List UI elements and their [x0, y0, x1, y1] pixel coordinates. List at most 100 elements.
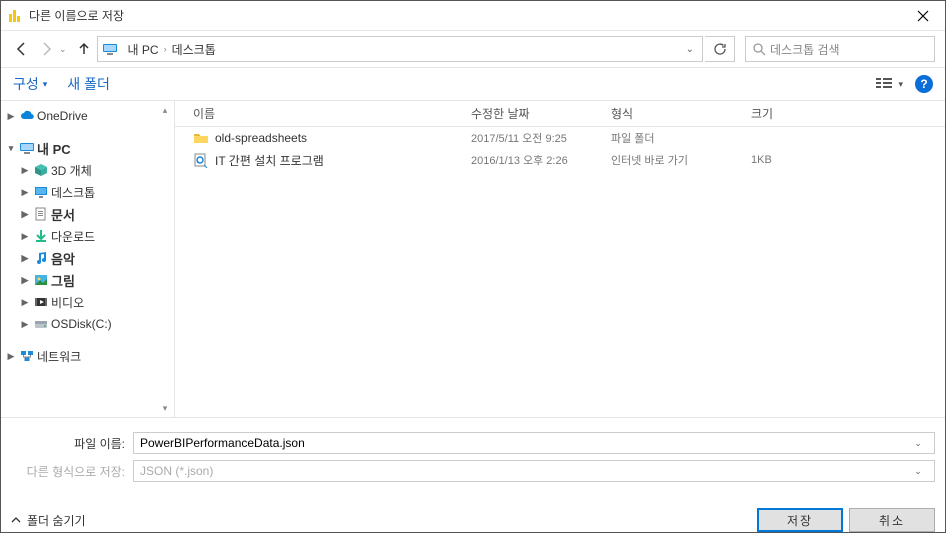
col-type[interactable]: 형식 — [593, 105, 733, 122]
file-date: 2017/5/11 오전 9:25 — [453, 130, 593, 146]
file-name: old-spreadsheets — [215, 131, 307, 145]
expand-icon[interactable]: ▶ — [19, 165, 31, 176]
tree-label: 음악 — [51, 249, 75, 268]
main-area: ▴ ▶ OneDrive ▾ 내 PC ▶ 3D 개체 ▶ 데스크톱 ▶ 문서 ▶ 다운로드 ▶ 음악 ▶ 그… — [1, 101, 945, 417]
file-date: 2016/1/13 오후 2:26 — [453, 152, 593, 168]
tree-item-network[interactable]: ▶ 네트워크 — [1, 345, 174, 367]
tree-item-drive[interactable]: ▶ OSDisk(C:) — [1, 313, 174, 335]
tree-label: 데스크톱 — [51, 184, 95, 201]
tree-item-cube[interactable]: ▶ 3D 개체 — [1, 159, 174, 181]
chevron-down-icon: ▾ — [43, 79, 48, 90]
tree-item-video[interactable]: ▶ 비디오 — [1, 291, 174, 313]
save-type-dropdown[interactable]: ⌄ — [908, 466, 928, 477]
col-size[interactable]: 크기 — [733, 105, 813, 122]
desktop-icon — [33, 184, 49, 200]
filename-label: 파일 이름: — [11, 435, 133, 452]
filename-panel: 파일 이름: PowerBIPerformanceData.json ⌄ 다른 … — [1, 417, 945, 496]
tree-label: 그림 — [51, 271, 75, 290]
tree-label: 다운로드 — [51, 228, 95, 245]
tree-label: 비디오 — [51, 294, 84, 311]
save-type-select[interactable]: JSON (*.json) ⌄ — [133, 460, 935, 482]
expand-icon[interactable]: ▶ — [19, 275, 31, 286]
file-type: 인터넷 바로 가기 — [593, 152, 733, 168]
cancel-button[interactable]: 취소 — [849, 508, 935, 532]
folder-icon — [193, 130, 209, 146]
search-input[interactable]: 데스크톱 검색 — [745, 36, 935, 62]
file-list[interactable]: 이름 수정한 날짜 형식 크기 old-spreadsheets 2017/5/1… — [175, 101, 945, 417]
search-icon — [752, 42, 766, 56]
tree-item-doc[interactable]: ▶ 문서 — [1, 203, 174, 225]
file-name: IT 간편 설치 프로그램 — [215, 152, 324, 169]
up-button[interactable] — [73, 37, 95, 61]
search-placeholder: 데스크톱 검색 — [770, 41, 840, 58]
back-button[interactable] — [11, 37, 33, 61]
scroll-down[interactable]: ▾ — [158, 401, 172, 415]
file-row[interactable]: old-spreadsheets 2017/5/11 오전 9:25파일 폴더 — [175, 127, 945, 149]
help-button[interactable]: ? — [915, 75, 933, 93]
tree-label: 네트워크 — [37, 348, 81, 365]
file-type: 파일 폴더 — [593, 130, 733, 146]
tree-label: OneDrive — [37, 109, 88, 123]
download-icon — [33, 228, 49, 244]
crumb-desktop[interactable]: 데스크톱 — [168, 41, 220, 58]
filename-dropdown[interactable]: ⌄ — [908, 438, 928, 449]
save-button[interactable]: 저장 — [757, 508, 843, 532]
cloud-icon — [19, 108, 35, 124]
network-icon — [19, 348, 35, 364]
pc-icon — [102, 41, 118, 57]
video-icon — [33, 294, 49, 310]
expand-icon[interactable]: ▶ — [19, 231, 31, 242]
hide-folders-button[interactable]: 폴더 숨기기 — [11, 512, 86, 529]
tree-item-desktop[interactable]: ▶ 데스크톱 — [1, 181, 174, 203]
expand-icon[interactable]: ▶ — [19, 253, 31, 264]
hide-folders-label: 폴더 숨기기 — [27, 512, 86, 529]
music-icon — [33, 250, 49, 266]
file-row[interactable]: IT 간편 설치 프로그램 2016/1/13 오후 2:26인터넷 바로 가기1… — [175, 149, 945, 171]
tree-label: OSDisk(C:) — [51, 317, 112, 331]
address-bar[interactable]: 내 PC › 데스크톱 ⌄ — [97, 36, 703, 62]
doc-icon — [33, 206, 49, 222]
crumb-pc[interactable]: 내 PC — [124, 41, 163, 58]
organize-button[interactable]: 구성▾ — [13, 74, 47, 94]
folder-tree[interactable]: ▴ ▶ OneDrive ▾ 내 PC ▶ 3D 개체 ▶ 데스크톱 ▶ 문서 ▶ 다운로드 ▶ 음악 ▶ 그… — [1, 101, 175, 417]
tree-label: 내 PC — [37, 139, 71, 158]
new-folder-button[interactable]: 새 폴더 — [67, 74, 110, 94]
expand-icon[interactable]: ▶ — [19, 209, 31, 220]
navbar: ⌄ 내 PC › 데스크톱 ⌄ 데스크톱 검색 — [1, 31, 945, 67]
save-type-label: 다른 형식으로 저장: — [11, 463, 133, 480]
forward-button[interactable] — [35, 37, 57, 61]
filename-input[interactable]: PowerBIPerformanceData.json ⌄ — [133, 432, 935, 454]
chevron-down-icon: ▾ — [898, 79, 903, 90]
scroll-up[interactable]: ▴ — [158, 103, 172, 117]
col-date[interactable]: 수정한 날짜 — [453, 105, 593, 122]
file-size: 1KB — [733, 154, 813, 166]
footer: 폴더 숨기기 저장 취소 — [1, 496, 945, 542]
app-icon — [7, 8, 23, 24]
tree-label: 3D 개체 — [51, 162, 92, 179]
view-options-button[interactable]: ▾ — [876, 77, 903, 91]
expand-icon[interactable]: ▶ — [19, 319, 31, 330]
cube-icon — [33, 162, 49, 178]
tree-item-cloud[interactable]: ▶ OneDrive — [1, 105, 174, 127]
expand-icon[interactable]: ▶ — [5, 111, 17, 122]
tree-item-download[interactable]: ▶ 다운로드 — [1, 225, 174, 247]
expand-icon[interactable]: ▶ — [19, 187, 31, 198]
expand-icon[interactable]: ▶ — [5, 351, 17, 362]
tree-item-picture[interactable]: ▶ 그림 — [1, 269, 174, 291]
tree-item-pc[interactable]: ▾ 내 PC — [1, 137, 174, 159]
col-name[interactable]: 이름 — [175, 105, 453, 122]
expand-icon[interactable]: ▾ — [5, 143, 17, 154]
refresh-button[interactable] — [705, 36, 735, 62]
close-button[interactable] — [901, 1, 945, 31]
save-type-value: JSON (*.json) — [140, 464, 908, 478]
file-header[interactable]: 이름 수정한 날짜 형식 크기 — [175, 101, 945, 127]
picture-icon — [33, 272, 49, 288]
expand-icon[interactable]: ▶ — [19, 297, 31, 308]
recent-dropdown[interactable]: ⌄ — [59, 44, 67, 55]
chevron-up-icon — [11, 515, 21, 525]
filename-value: PowerBIPerformanceData.json — [140, 436, 908, 450]
titlebar: 다른 이름으로 저장 — [1, 1, 945, 31]
tree-item-music[interactable]: ▶ 음악 — [1, 247, 174, 269]
address-dropdown[interactable]: ⌄ — [682, 44, 698, 55]
tree-label: 문서 — [51, 205, 75, 224]
